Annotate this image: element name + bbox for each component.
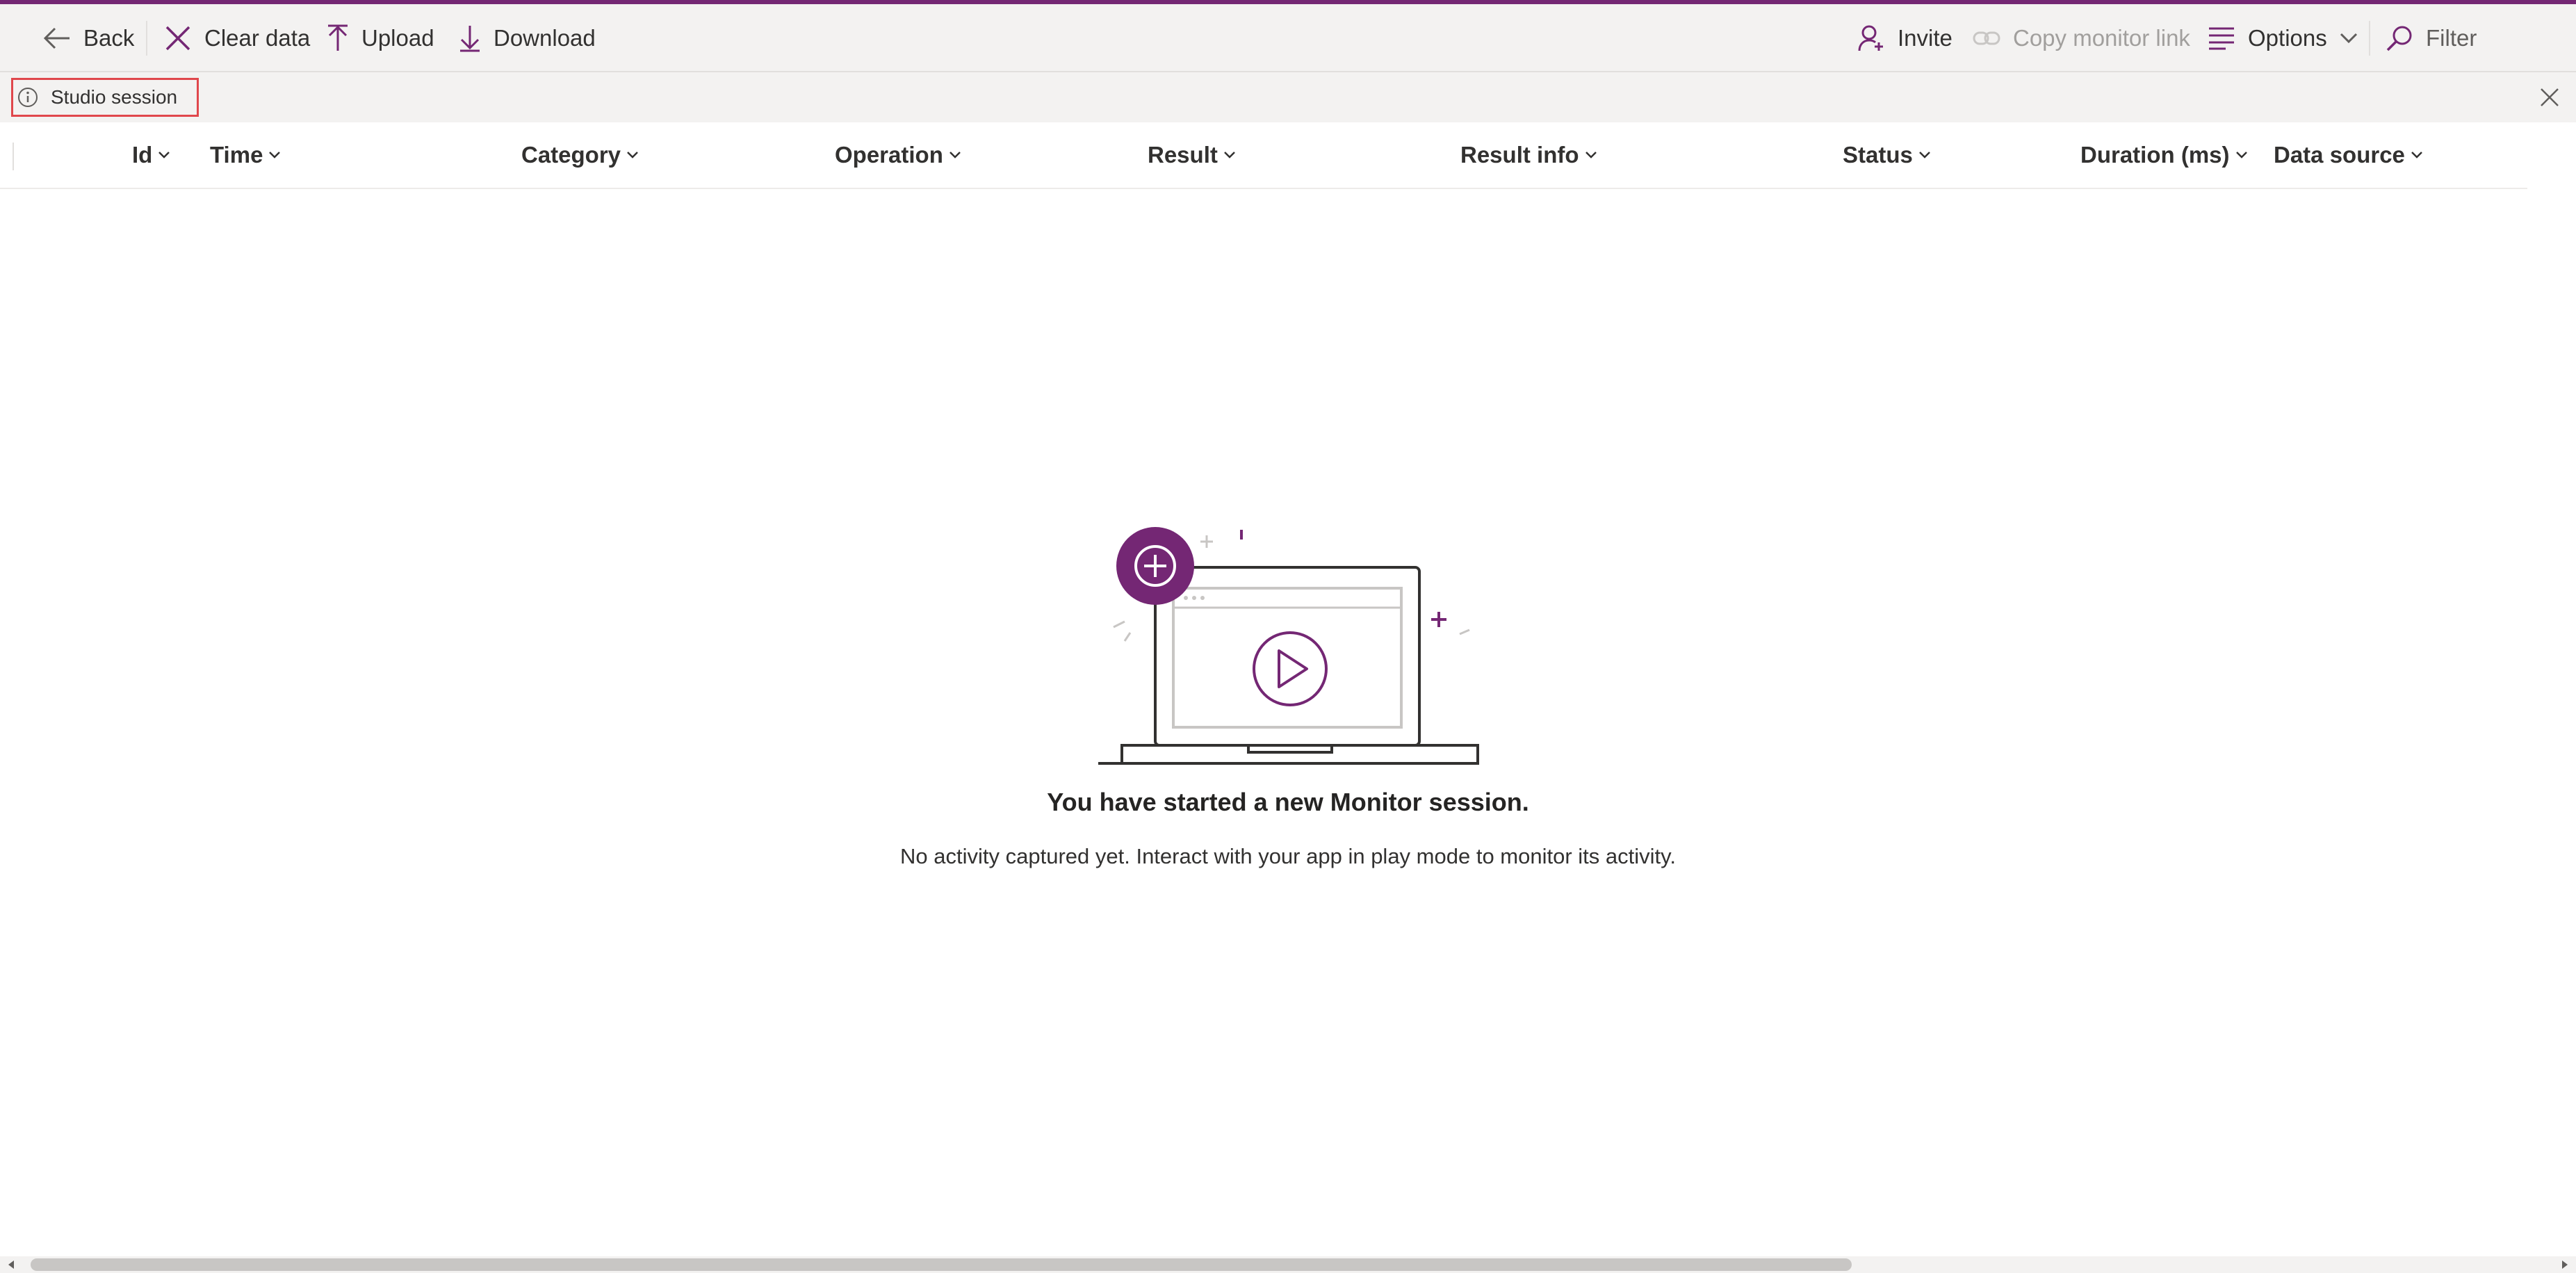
invite-button[interactable]: Invite <box>1857 4 1953 72</box>
chevron-down-icon <box>1918 151 1931 159</box>
clear-data-label: Clear data <box>204 25 311 51</box>
table-header-row: Id Time Category Operation Result Result… <box>0 122 2527 189</box>
chevron-down-icon <box>949 151 961 159</box>
search-icon <box>2386 24 2413 52</box>
command-bar: Back Clear data Upload Download Invite C… <box>0 4 2576 72</box>
back-button[interactable]: Back <box>43 4 134 72</box>
studio-session-label: Studio session <box>51 86 178 108</box>
copy-monitor-link-label: Copy monitor link <box>2013 25 2190 51</box>
chevron-down-icon <box>2235 151 2248 159</box>
back-label: Back <box>83 25 135 51</box>
clear-data-button[interactable]: Clear data <box>164 4 310 72</box>
toolbar-divider <box>146 21 147 56</box>
column-header-result[interactable]: Result <box>1148 122 1236 188</box>
column-header-label: Result info <box>1460 142 1579 168</box>
column-header-category[interactable]: Category <box>521 122 639 188</box>
chevron-down-icon <box>2411 151 2423 159</box>
column-header-data-source[interactable]: Data source <box>2274 122 2423 188</box>
options-button[interactable]: Options <box>2208 4 2358 72</box>
column-header-time[interactable]: Time <box>210 122 281 188</box>
column-header-label: Duration (ms) <box>2080 142 2230 168</box>
chevron-down-icon <box>158 151 170 159</box>
info-bar: Studio session <box>0 72 2576 122</box>
options-label: Options <box>2248 25 2327 51</box>
upload-label: Upload <box>361 25 434 51</box>
upload-button[interactable]: Upload <box>327 4 434 72</box>
column-header-label: Category <box>521 142 621 168</box>
column-header-label: Operation <box>835 142 943 168</box>
chevron-down-icon <box>2340 33 2358 44</box>
info-icon <box>17 87 38 108</box>
filter-label: Filter <box>2426 25 2477 51</box>
scroll-right-icon[interactable] <box>2558 1258 2572 1272</box>
dismiss-close-icon[interactable] <box>2538 86 2561 108</box>
chevron-down-icon <box>1223 151 1236 159</box>
download-button[interactable]: Download <box>459 4 596 72</box>
download-icon <box>459 24 481 52</box>
chevron-down-icon <box>626 151 639 159</box>
download-label: Download <box>494 25 596 51</box>
laptop-play-illustration <box>1098 527 1479 765</box>
invite-label: Invite <box>1898 25 1953 51</box>
close-icon <box>164 24 192 52</box>
column-header-label: Id <box>132 142 153 168</box>
column-header-result-info[interactable]: Result info <box>1460 122 1597 188</box>
link-icon <box>1973 29 2000 48</box>
scroll-left-icon[interactable] <box>4 1258 18 1272</box>
arrow-left-icon <box>43 26 71 50</box>
empty-state-title: You have started a new Monitor session. <box>1047 788 1529 816</box>
column-header-label: Time <box>210 142 263 168</box>
chevron-down-icon <box>1585 151 1597 159</box>
person-add-icon <box>1857 24 1885 52</box>
column-header-label: Result <box>1148 142 1218 168</box>
column-header-id[interactable]: Id <box>132 122 170 188</box>
column-header-operation[interactable]: Operation <box>835 122 961 188</box>
studio-session-badge: Studio session <box>11 78 199 117</box>
scrollbar-thumb[interactable] <box>31 1258 1852 1271</box>
column-resize-handle <box>13 143 14 170</box>
horizontal-scrollbar[interactable] <box>0 1256 2576 1273</box>
copy-monitor-link-button[interactable]: Copy monitor link <box>1973 4 2190 72</box>
column-header-label: Status <box>1843 142 1913 168</box>
upload-icon <box>327 24 349 52</box>
column-header-duration[interactable]: Duration (ms) <box>2080 122 2248 188</box>
column-header-status[interactable]: Status <box>1843 122 1931 188</box>
toolbar-divider <box>2369 21 2370 56</box>
filter-button[interactable]: Filter <box>2386 4 2477 72</box>
column-header-label: Data source <box>2274 142 2405 168</box>
list-icon <box>2208 26 2235 50</box>
chevron-down-icon <box>268 151 281 159</box>
empty-state-subtitle: No activity captured yet. Interact with … <box>900 844 1676 868</box>
